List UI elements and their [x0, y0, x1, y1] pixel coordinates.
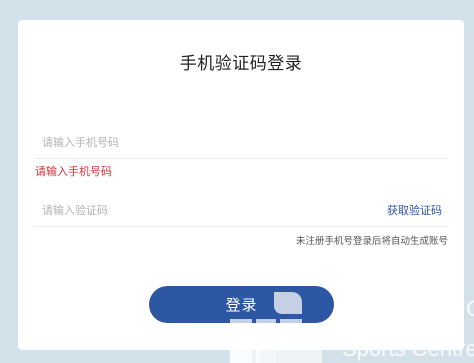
code-field: 获取验证码: [34, 194, 448, 227]
watermark-text-2: C: [466, 300, 474, 321]
login-card: 手机验证码登录 请输入手机号码 获取验证码 未注册手机号登录后将自动生成账号 登…: [18, 20, 464, 350]
get-code-button[interactable]: 获取验证码: [387, 202, 442, 218]
register-hint: 未注册手机号登录后将自动生成账号: [295, 236, 448, 247]
phone-field: [34, 126, 448, 159]
phone-input[interactable]: [42, 130, 342, 154]
login-button[interactable]: 登录: [149, 286, 334, 323]
page-title: 手机验证码登录: [179, 54, 303, 74]
phone-error-text: 请输入手机号码: [35, 165, 112, 178]
code-input[interactable]: [42, 198, 342, 222]
